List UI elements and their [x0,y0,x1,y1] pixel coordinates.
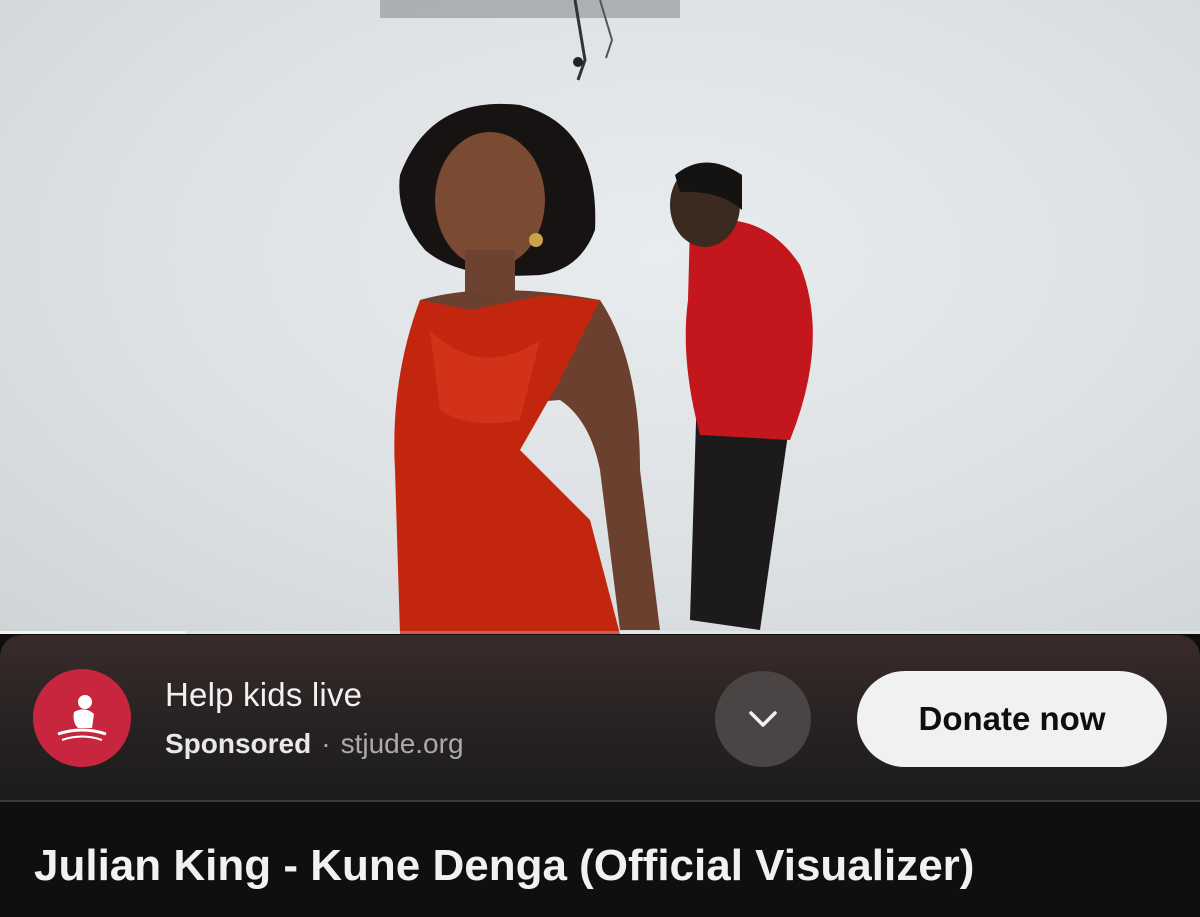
advertiser-logo[interactable] [33,669,131,767]
video-frame [380,0,813,634]
video-watch-screen: Help kids live Sponsored · stjude.org Dona… [0,0,1200,917]
ad-domain[interactable]: stjude.org [341,728,464,759]
ad-title[interactable]: Help kids live [165,675,464,715]
playback-progress-fill [0,631,186,634]
section-divider [0,800,1200,802]
ad-meta: Sponsored · stjude.org [165,727,464,761]
stjude-child-silhouette-icon [57,695,107,741]
ad-expand-button[interactable] [715,671,811,767]
ad-text-block: Help kids live Sponsored · stjude.org [165,675,464,761]
donate-now-button[interactable]: Donate now [857,671,1167,767]
foreground-dancer [394,103,660,634]
chevron-down-icon [749,711,777,727]
video-title[interactable]: Julian King - Kune Denga (Official Visua… [34,838,1174,894]
playback-progress-bar[interactable] [0,631,1200,634]
meta-separator: · [321,728,331,759]
background-dancer [670,162,813,630]
sponsored-label: Sponsored [165,728,312,759]
video-player[interactable] [0,0,1200,634]
sponsored-ad-banner[interactable]: Help kids live Sponsored · stjude.org Dona… [0,635,1200,801]
